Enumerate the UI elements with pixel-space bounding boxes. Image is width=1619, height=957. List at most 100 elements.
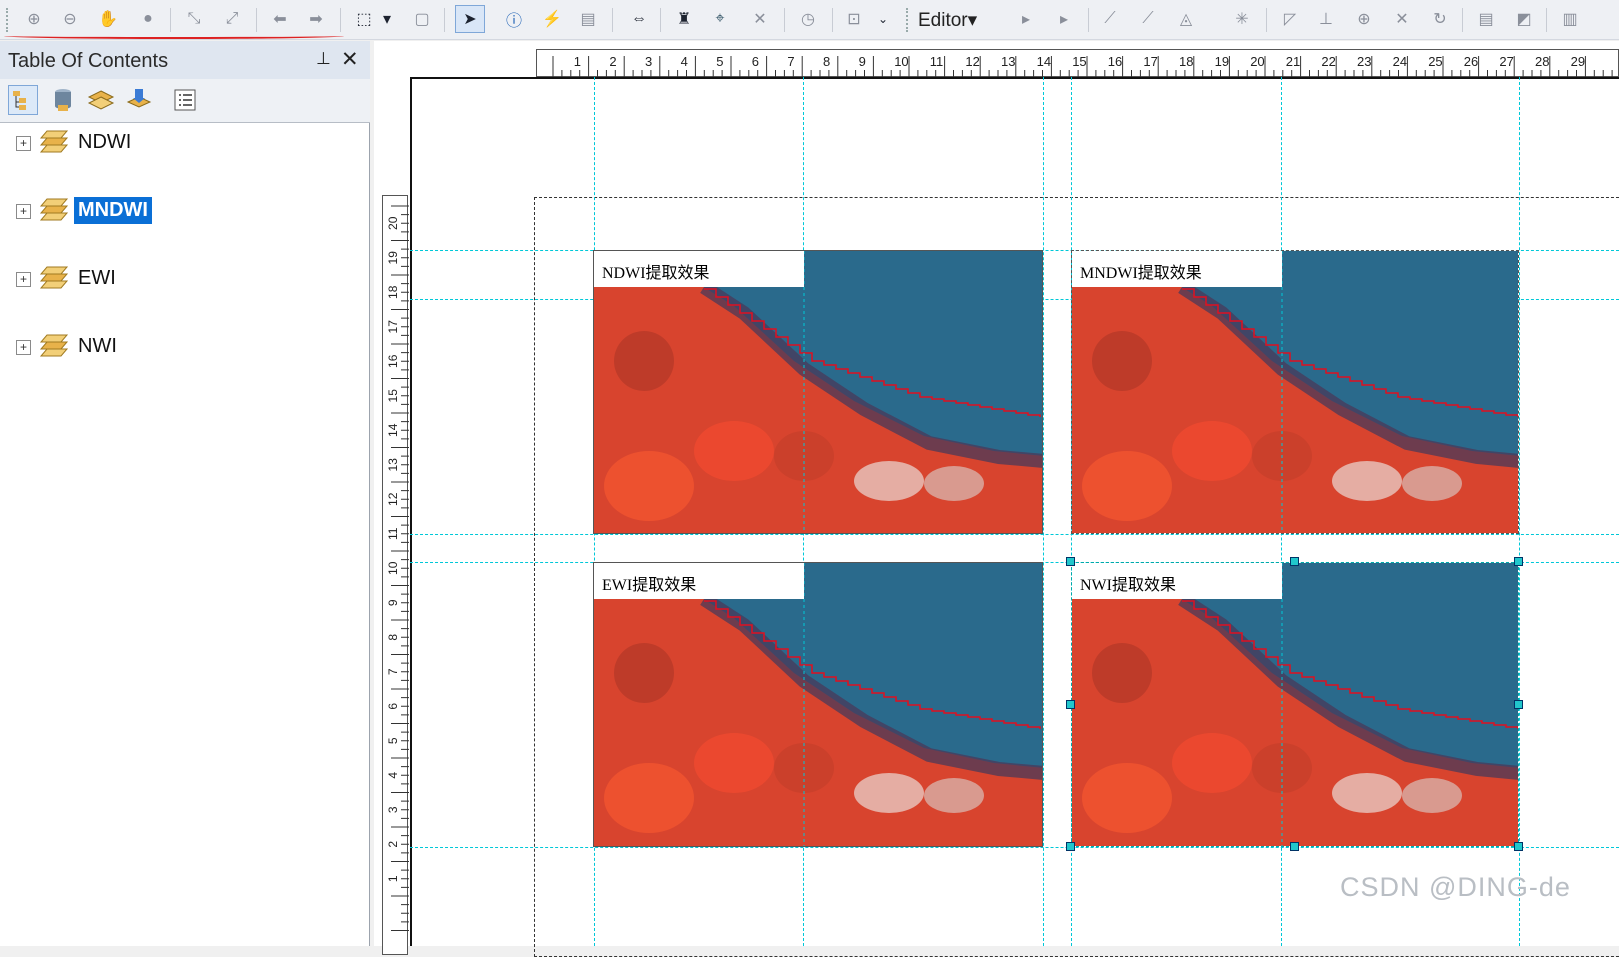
- trace-icon[interactable]: ◬: [1174, 7, 1198, 31]
- html-popup-icon[interactable]: ▤: [576, 7, 600, 31]
- toc-header: Table Of Contents ⊥ ✕: [0, 41, 370, 79]
- toolbar-grip[interactable]: [6, 8, 9, 32]
- time-slider-icon[interactable]: ◷: [796, 7, 820, 31]
- toolbar-grip[interactable]: [906, 8, 909, 32]
- toolbar-separator: [256, 8, 257, 32]
- list-by-drawing-order-icon[interactable]: [8, 85, 38, 115]
- options-icon[interactable]: [170, 85, 200, 115]
- layer-name[interactable]: NWI: [74, 333, 121, 360]
- resize-handle[interactable]: [1290, 557, 1299, 566]
- list-by-source-icon[interactable]: [48, 85, 78, 115]
- resize-handle[interactable]: [1290, 842, 1299, 851]
- resize-handle[interactable]: [1066, 557, 1075, 566]
- list-by-selection-icon[interactable]: [124, 85, 154, 115]
- ruler-label: 13: [386, 458, 400, 472]
- toolbar-overflow-icon[interactable]: ⌄: [876, 7, 890, 31]
- rotate-icon[interactable]: ↻: [1428, 7, 1452, 31]
- vertical-ruler[interactable]: 20 19 18 17 16 15 14 13 12 11 10 9 8 7 6 5 4 3 2 1: [382, 195, 409, 955]
- hyperlink-icon[interactable]: ⚡: [540, 7, 564, 31]
- edit-vertices-icon[interactable]: ◸: [1278, 7, 1302, 31]
- expand-icon[interactable]: +: [16, 204, 31, 219]
- select-features-icon[interactable]: ⬚: [352, 7, 376, 31]
- editor-menu[interactable]: Editor▾: [918, 9, 977, 32]
- expand-icon[interactable]: +: [16, 136, 31, 151]
- list-by-visibility-icon[interactable]: [86, 85, 116, 115]
- go-to-xy-icon[interactable]: ✕: [748, 7, 772, 31]
- fixed-zoom-in-icon[interactable]: ⤡: [182, 7, 206, 31]
- table-of-contents-panel: Table Of Contents ⊥ ✕ + NDWI + MNDWI + E…: [0, 41, 370, 946]
- select-elements-icon[interactable]: ➤: [455, 5, 485, 33]
- ruler-label: 18: [386, 285, 400, 299]
- close-icon[interactable]: ✕: [341, 47, 359, 72]
- zoom-out-icon[interactable]: ⊖: [58, 7, 82, 31]
- edit-tool-icon[interactable]: ▸: [1014, 7, 1038, 31]
- toolbar-separator: [784, 8, 785, 32]
- ruler-label: 7: [787, 54, 794, 69]
- find-icon[interactable]: ♜: [672, 7, 696, 31]
- back-extent-icon[interactable]: ⬅: [268, 7, 292, 31]
- ruler-label: 11: [386, 527, 400, 540]
- resize-handle[interactable]: [1066, 842, 1075, 851]
- raster-layer-icon: [39, 197, 69, 223]
- layer-name[interactable]: NDWI: [74, 129, 135, 156]
- clear-selection-icon[interactable]: ▢: [410, 7, 434, 31]
- identify-icon[interactable]: ⓘ: [502, 7, 526, 31]
- create-viewer-icon[interactable]: ⊡: [842, 7, 866, 31]
- attributes-icon[interactable]: ▤: [1474, 7, 1498, 31]
- resize-handle[interactable]: [1514, 842, 1523, 851]
- resize-handle[interactable]: [1066, 700, 1075, 709]
- straight-segment-icon[interactable]: ⟋: [1098, 7, 1122, 31]
- expand-icon[interactable]: +: [16, 272, 31, 287]
- forward-extent-icon[interactable]: ➡: [304, 7, 328, 31]
- horizontal-ruler[interactable]: 1 2 3 4 5 6 7 8 9 10 11 12 13 14 15 16 17 18 19 20 21 22 23 24 2…: [536, 49, 1619, 78]
- end-point-arc-icon[interactable]: ⟋: [1136, 7, 1160, 31]
- reshape-icon[interactable]: ⊥: [1314, 7, 1338, 31]
- ruler-label: 1: [386, 875, 400, 882]
- create-features-icon[interactable]: ▥: [1558, 7, 1582, 31]
- ruler-label: 3: [645, 54, 652, 69]
- ruler-label: 19: [1215, 54, 1229, 69]
- full-extent-icon[interactable]: ●: [136, 7, 160, 31]
- layer-name[interactable]: EWI: [74, 265, 120, 292]
- edit-annotation-icon[interactable]: ▸: [1052, 7, 1076, 31]
- cut-polygons-icon[interactable]: ⊕: [1352, 7, 1376, 31]
- data-frame-nwi[interactable]: NWI提取效果: [1071, 562, 1519, 847]
- red-annotation-underline: [4, 33, 344, 39]
- guide-line: [410, 847, 1619, 848]
- data-frame-ndwi[interactable]: NDWI提取效果: [593, 250, 1043, 534]
- expand-icon[interactable]: +: [16, 340, 31, 355]
- terrain-patch: [1402, 778, 1462, 813]
- point-icon[interactable]: ✳: [1230, 7, 1254, 31]
- ruler-label: 9: [859, 54, 866, 69]
- toolbar-separator: [170, 8, 171, 32]
- ruler-label: 24: [1393, 54, 1407, 69]
- terrain-patch: [1092, 643, 1152, 703]
- layer-name[interactable]: MNDWI: [74, 197, 152, 224]
- sketch-properties-icon[interactable]: ◩: [1512, 7, 1536, 31]
- pin-icon[interactable]: ⊥: [316, 49, 331, 69]
- fixed-zoom-out-icon[interactable]: ⤢: [220, 7, 244, 31]
- terrain-patch: [854, 773, 924, 813]
- measure-icon[interactable]: ⇔: [624, 7, 654, 31]
- pan-icon[interactable]: ✋: [96, 7, 120, 31]
- toolbar-separator: [1266, 8, 1267, 32]
- data-frame-mndwi[interactable]: MNDWI提取效果: [1071, 250, 1519, 534]
- resize-handle[interactable]: [1514, 557, 1523, 566]
- terrain-patch: [604, 451, 694, 521]
- ruler-label: 5: [386, 737, 400, 744]
- terrain-patch: [1402, 466, 1462, 501]
- ruler-label: 4: [386, 772, 400, 779]
- guide-line: [1519, 77, 1520, 946]
- terrain-patch: [924, 466, 984, 501]
- terrain-patch: [1172, 421, 1252, 481]
- toolbar-separator: [1546, 8, 1547, 32]
- split-icon[interactable]: ✕: [1390, 7, 1414, 31]
- resize-handle[interactable]: [1514, 700, 1523, 709]
- layout-view[interactable]: 1 2 3 4 5 6 7 8 9 10 11 12 13 14 15 16 17 18 19 20 21 22 23 24 2…: [374, 41, 1619, 957]
- select-dropdown-icon[interactable]: ▾: [380, 7, 394, 31]
- ruler-label: 6: [386, 703, 400, 710]
- ruler-label: 1: [574, 54, 581, 69]
- find-route-icon[interactable]: ⌖: [708, 7, 732, 31]
- data-frame-ewi[interactable]: EWI提取效果: [593, 562, 1043, 847]
- zoom-in-icon[interactable]: ⊕: [22, 7, 46, 31]
